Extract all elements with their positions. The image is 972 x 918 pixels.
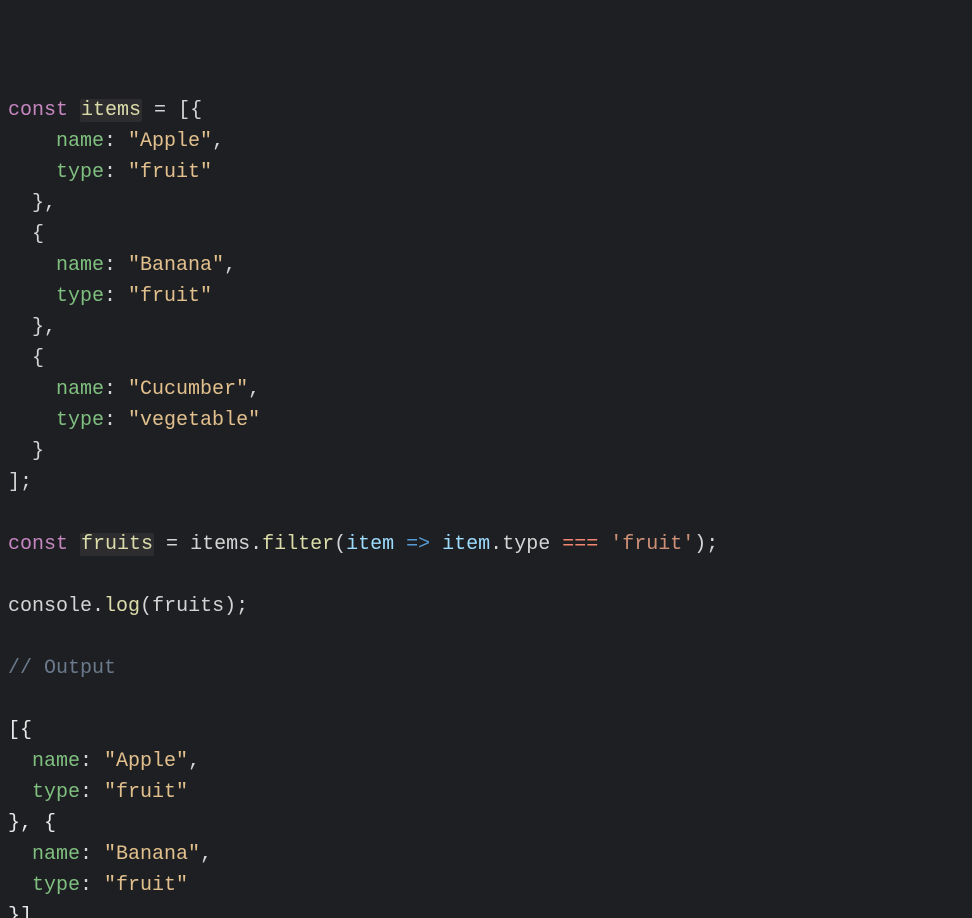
code-line: name: "Cucumber", xyxy=(8,374,964,405)
output-line: }, { xyxy=(8,808,964,839)
code-line: type: "fruit" xyxy=(8,157,964,188)
code-line: const fruits = items.filter(item => item… xyxy=(8,529,964,560)
method-filter: filter xyxy=(262,533,334,556)
arrow-fn: => xyxy=(394,533,442,556)
code-line: { xyxy=(8,343,964,374)
code-line: } xyxy=(8,436,964,467)
output-line: [{ xyxy=(8,715,964,746)
string-literal: "Cucumber" xyxy=(128,378,248,401)
strict-eq: === xyxy=(550,533,610,556)
output-line: }] xyxy=(8,901,964,918)
string-literal: 'fruit' xyxy=(610,533,694,556)
string-literal: "fruit" xyxy=(128,285,212,308)
output-line: type: "fruit" xyxy=(8,777,964,808)
output-line: name: "Apple", xyxy=(8,746,964,777)
prop-type: type xyxy=(56,285,104,308)
var-items: items xyxy=(80,99,142,122)
code-line: name: "Apple", xyxy=(8,126,964,157)
blank-line xyxy=(8,498,964,529)
prop-type: type xyxy=(56,409,104,432)
string-literal: "fruit" xyxy=(128,161,212,184)
param-item: item xyxy=(346,533,394,556)
keyword-const: const xyxy=(8,533,68,556)
code-line: const items = [{ xyxy=(8,95,964,126)
prop-name: name xyxy=(56,130,104,153)
keyword-const: const xyxy=(8,99,68,122)
blank-line xyxy=(8,622,964,653)
var-fruits: fruits xyxy=(80,533,154,556)
method-log: log xyxy=(104,595,140,618)
code-editor[interactable]: const items = [{ name: "Apple", type: "f… xyxy=(8,95,964,918)
blank-line xyxy=(8,560,964,591)
prop-type: type xyxy=(56,161,104,184)
code-line: type: "fruit" xyxy=(8,281,964,312)
string-literal: "vegetable" xyxy=(128,409,260,432)
code-line: }, xyxy=(8,188,964,219)
prop-name: name xyxy=(56,378,104,401)
blank-line xyxy=(8,684,964,715)
code-line: ]; xyxy=(8,467,964,498)
comment-output: // Output xyxy=(8,657,116,680)
code-line: }, xyxy=(8,312,964,343)
code-line: name: "Banana", xyxy=(8,250,964,281)
output-line: type: "fruit" xyxy=(8,870,964,901)
prop-name: name xyxy=(56,254,104,277)
string-literal: "Apple" xyxy=(128,130,212,153)
code-line: { xyxy=(8,219,964,250)
comment-line: // Output xyxy=(8,653,964,684)
string-literal: "Banana" xyxy=(128,254,224,277)
code-line: console.log(fruits); xyxy=(8,591,964,622)
code-line: type: "vegetable" xyxy=(8,405,964,436)
output-line: name: "Banana", xyxy=(8,839,964,870)
